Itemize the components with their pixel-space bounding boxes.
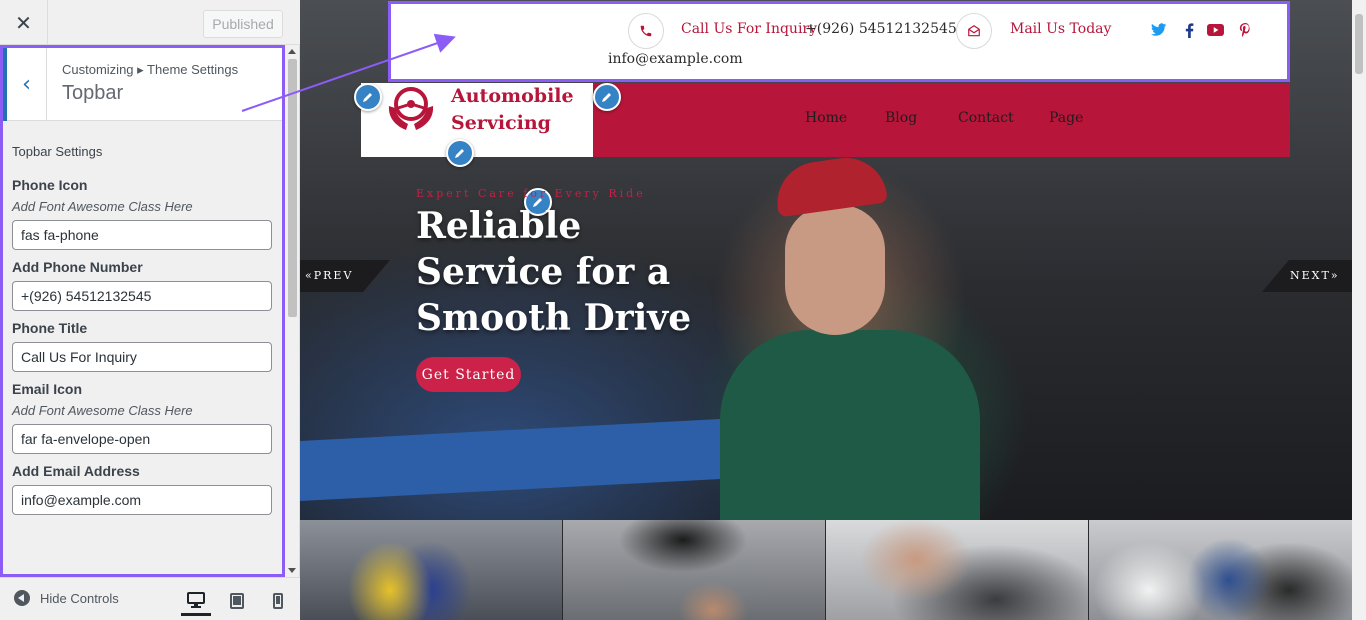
email-icon-input[interactable] [12,424,272,454]
edit-pencil-icon[interactable] [354,83,382,111]
section-header: ‹ Customizing ▸ Theme Settings Topbar [3,48,282,121]
under-car-image [563,520,825,620]
controls-list: Topbar Settings Phone Icon Add Font Awes… [12,144,274,524]
desktop-preview-icon[interactable] [181,586,211,616]
hero-image-shape [785,205,885,335]
steering-hands-logo-icon [388,87,434,130]
facebook-icon[interactable] [1180,22,1198,38]
sidebar-scrollbar[interactable] [285,45,299,577]
close-icon[interactable]: ✕ [0,0,48,45]
control-title: Add Email Address [12,463,140,479]
control-title: Phone Title [12,320,88,336]
chevron-left-icon: ‹ [22,72,31,97]
site-title-line2: Servicing [451,112,551,134]
phone-number-input[interactable] [12,281,272,311]
section-title: Topbar [62,82,124,104]
topbar[interactable]: Call Us For Inquiry +(926) 54512132545 M… [388,1,1290,82]
nav-item-page[interactable]: Page [1049,110,1083,126]
customizer-header: ✕ Published [0,0,300,45]
edit-pencil-icon[interactable] [446,139,474,167]
control-title: Add Phone Number [12,259,143,275]
customizer-sidebar: ✕ Published ‹ Customizing ▸ Theme Settin… [0,0,300,620]
site-title[interactable]: Automobile Servicing [451,83,574,137]
site-logo[interactable]: Automobile Servicing [361,83,593,157]
nav-item-contact[interactable]: Contact [958,110,1014,126]
control-phone-icon: Phone Icon Add Font Awesome Class Here [12,177,274,250]
nav-item-blog[interactable]: Blog [885,110,917,126]
envelope-open-icon [956,13,992,49]
youtube-icon[interactable] [1206,22,1224,38]
preview-scrollbar[interactable] [1352,0,1366,620]
services-thumbnails [300,520,1352,620]
engine-repair-image [826,520,1088,620]
pinterest-icon[interactable] [1236,22,1254,38]
control-title: Phone Icon [12,177,88,193]
phone-number[interactable]: +(926) 54512132545 [805,21,957,37]
hide-controls-button[interactable]: Hide Controls [14,590,119,606]
topbar-section-panel: ‹ Customizing ▸ Theme Settings Topbar To… [0,45,285,577]
mobile-preview-icon[interactable] [263,586,293,616]
scroll-down-arrow[interactable] [288,568,296,573]
hide-controls-label: Hide Controls [40,590,119,606]
car-hood-image [1089,520,1352,620]
edit-pencil-icon[interactable] [593,83,621,111]
phone-icon-input[interactable] [12,220,272,250]
email-title: Mail Us Today [1010,21,1112,37]
control-description: Add Font Awesome Class Here [12,403,193,418]
scroll-up-arrow[interactable] [288,49,296,54]
phone-title: Call Us For Inquiry [681,21,818,37]
control-title: Email Icon [12,381,83,397]
customizer-footer: Hide Controls [0,577,300,620]
settings-heading: Topbar Settings [12,144,103,159]
phone-title-input[interactable] [12,342,272,372]
control-email-address: Add Email Address [12,463,274,515]
main-navigation: Home Blog Contact Page [593,83,1290,157]
email-address[interactable]: info@example.com [608,51,743,67]
tablet-preview-icon[interactable] [222,586,252,616]
email-address-input[interactable] [12,485,272,515]
breadcrumb: Customizing ▸ Theme Settings [62,62,239,77]
site-title-line1: Automobile [451,85,574,107]
back-button[interactable]: ‹ [3,48,47,121]
published-button[interactable]: Published [203,10,283,38]
site-preview: Call Us For Inquiry +(926) 54512132545 M… [300,0,1366,620]
collapse-icon [14,590,30,606]
control-description: Add Font Awesome Class Here [12,199,193,214]
hero-image-shape [720,330,980,520]
control-phone-number: Add Phone Number [12,259,274,311]
control-email-icon: Email Icon Add Font Awesome Class Here [12,381,274,454]
scrollbar-thumb[interactable] [288,59,297,317]
twitter-icon[interactable] [1150,22,1168,38]
mechanics-team-image [300,520,562,620]
get-started-button[interactable]: Get Started [416,357,521,392]
nav-item-home[interactable]: Home [805,110,847,126]
control-phone-title: Phone Title [12,320,274,372]
preview-scrollbar-thumb[interactable] [1355,14,1363,74]
hero-tagline: Expert Care for Every Ride [416,187,646,200]
phone-icon [628,13,664,49]
hero-heading: Reliable Service for a Smooth Drive [416,205,692,339]
